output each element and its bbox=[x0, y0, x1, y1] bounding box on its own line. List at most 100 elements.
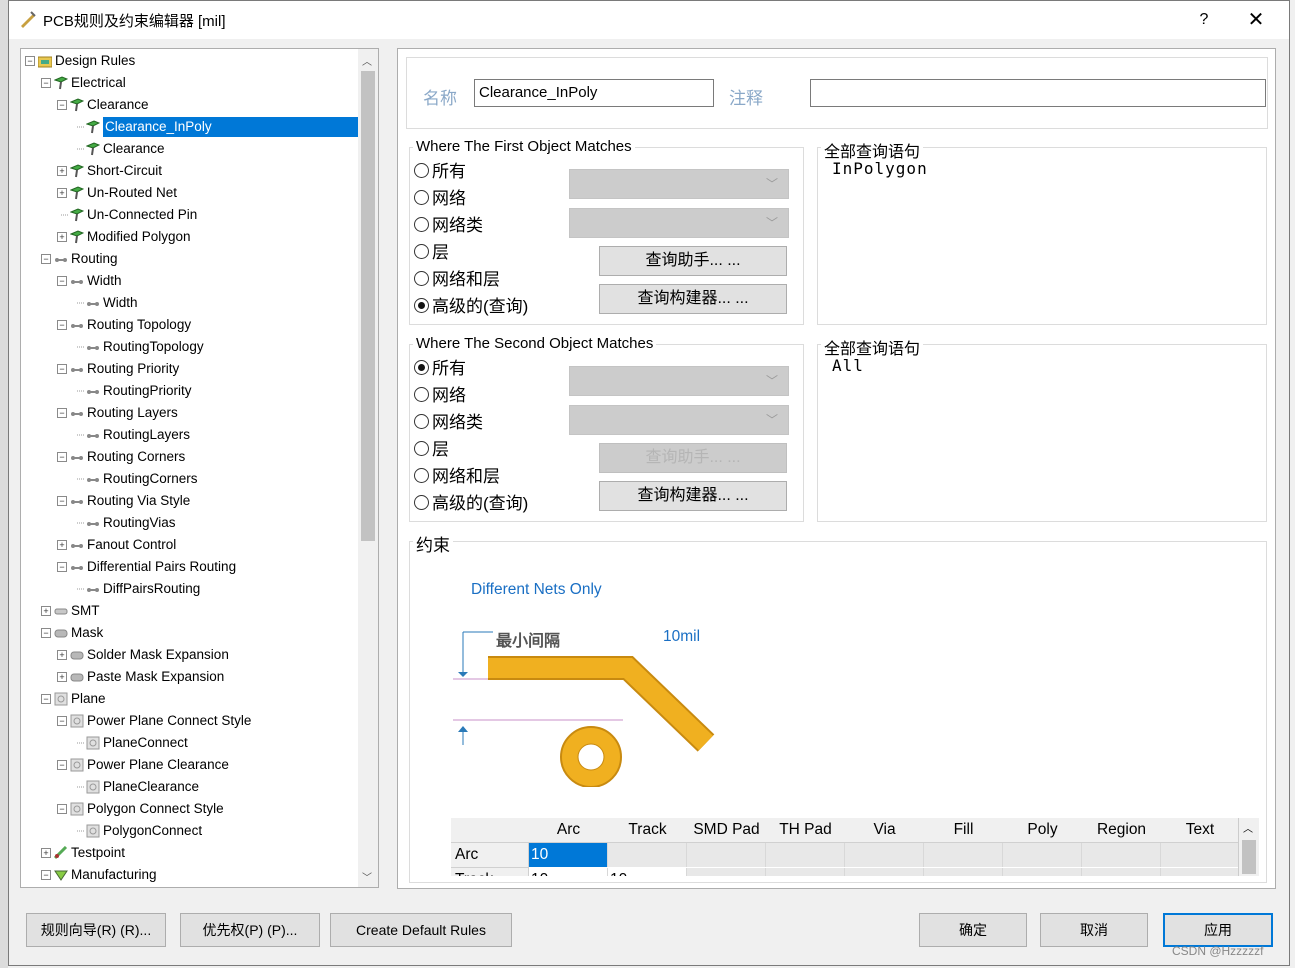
first-option-radio[interactable]: 层 bbox=[414, 242, 449, 264]
radio-icon[interactable] bbox=[414, 414, 429, 429]
matrix-column-header: Fill bbox=[924, 818, 1004, 843]
first-query-builder-button[interactable]: 查询构建器... ... bbox=[599, 284, 787, 314]
radio-icon[interactable] bbox=[414, 495, 429, 510]
radio-icon[interactable] bbox=[414, 190, 429, 205]
first-netclass-combo[interactable]: ﹀ bbox=[569, 208, 789, 238]
arrow-up-icon bbox=[458, 726, 468, 732]
matrix-column-header: Poly bbox=[1003, 818, 1083, 843]
radio-label: 网络和层 bbox=[432, 467, 500, 486]
second-option-radio[interactable]: 网络和层 bbox=[414, 466, 500, 488]
radio-label: 层 bbox=[432, 243, 449, 262]
second-option-radio[interactable]: 高级的(查询) bbox=[414, 493, 528, 515]
matrix-cell[interactable]: 10 bbox=[529, 868, 608, 876]
radio-label: 网络和层 bbox=[432, 270, 500, 289]
clearance-matrix[interactable]: Arc Track SMD Pad TH Pad Via Fill Poly Region Te… bbox=[451, 818, 1259, 876]
radio-icon[interactable] bbox=[414, 468, 429, 483]
radio-icon[interactable] bbox=[414, 217, 429, 232]
first-query-helper-button[interactable]: 查询助手... ... bbox=[599, 246, 787, 276]
matrix-cell[interactable] bbox=[924, 868, 1003, 876]
matrix-column-header: Arc bbox=[529, 818, 609, 843]
priorities-button[interactable]: 优先权(P) (P)... bbox=[180, 913, 320, 947]
first-net-combo[interactable]: ﹀ bbox=[569, 169, 789, 199]
name-field[interactable]: Clearance_InPoly bbox=[474, 79, 714, 107]
arrow-down-icon bbox=[458, 672, 468, 677]
via-hole bbox=[577, 743, 605, 771]
cancel-button[interactable]: 取消 bbox=[1040, 913, 1148, 947]
matrix-column-header: SMD Pad bbox=[687, 818, 767, 843]
second-query-helper-button[interactable]: 查询助手... ... bbox=[599, 443, 787, 473]
radio-icon[interactable] bbox=[414, 298, 429, 313]
rule-editor-panel: 名称 Clearance_InPoly 注释 Where The First O… bbox=[397, 48, 1276, 889]
matrix-cell[interactable] bbox=[1003, 843, 1082, 867]
matrix-cell[interactable] bbox=[1161, 843, 1239, 867]
radio-label: 高级的(查询) bbox=[432, 494, 529, 513]
matrix-cell[interactable] bbox=[687, 843, 766, 867]
radio-label: 所有 bbox=[432, 359, 466, 378]
second-query-text[interactable]: All bbox=[832, 356, 864, 375]
radio-icon[interactable] bbox=[414, 387, 429, 402]
radio-icon[interactable] bbox=[414, 163, 429, 178]
tree-scrollbar[interactable]: ︿ ﹀ bbox=[358, 48, 379, 888]
second-option-radio[interactable]: 网络类 bbox=[414, 412, 483, 434]
matrix-row-header: Arc bbox=[451, 843, 529, 868]
matrix-cell[interactable] bbox=[1003, 868, 1082, 876]
second-option-radio[interactable]: 网络 bbox=[414, 385, 466, 407]
matrix-cell[interactable] bbox=[1082, 868, 1161, 876]
chevron-down-icon: ﹀ bbox=[765, 216, 778, 230]
comment-label: 注释 bbox=[729, 89, 763, 108]
second-object-title: Where The Second Object Matches bbox=[413, 335, 657, 352]
scroll-down-icon[interactable]: ﹀ bbox=[362, 869, 372, 884]
first-query-text[interactable]: InPolygon bbox=[832, 159, 928, 178]
radio-icon[interactable] bbox=[414, 244, 429, 259]
radio-label: 网络类 bbox=[432, 216, 483, 235]
matrix-cell[interactable]: 10 bbox=[608, 868, 687, 876]
comment-field[interactable] bbox=[810, 79, 1266, 107]
second-net-combo[interactable]: ﹀ bbox=[569, 366, 789, 396]
matrix-cell[interactable] bbox=[766, 843, 845, 867]
create-default-rules-button[interactable]: Create Default Rules bbox=[330, 913, 512, 947]
second-query-builder-button[interactable]: 查询构建器... ... bbox=[599, 481, 787, 511]
second-option-radio[interactable]: 层 bbox=[414, 439, 449, 461]
matrix-cell[interactable] bbox=[1082, 843, 1161, 867]
matrix-cell[interactable] bbox=[687, 868, 766, 876]
clearance-diagram bbox=[453, 631, 715, 787]
matrix-cell[interactable] bbox=[924, 843, 1003, 867]
radio-icon[interactable] bbox=[414, 360, 429, 375]
first-object-title: Where The First Object Matches bbox=[413, 138, 635, 155]
ok-button[interactable]: 确定 bbox=[919, 913, 1027, 947]
radio-label: 网络 bbox=[432, 386, 466, 405]
first-option-radio[interactable]: 所有 bbox=[414, 161, 466, 183]
rules-tree[interactable]: − Design Rules − Electrical − Clearance Cleara… bbox=[20, 48, 360, 888]
constraint-title: 约束 bbox=[413, 531, 453, 556]
second-netclass-combo[interactable]: ﹀ bbox=[569, 405, 789, 435]
scroll-up-icon[interactable]: ︿ bbox=[362, 53, 372, 68]
nets-mode-link[interactable]: Different Nets Only bbox=[471, 581, 602, 599]
first-option-radio[interactable]: 网络和层 bbox=[414, 269, 500, 291]
matrix-row-header: Track bbox=[451, 868, 529, 876]
matrix-column-header: Track bbox=[608, 818, 688, 843]
matrix-cell[interactable] bbox=[608, 843, 687, 867]
scroll-thumb[interactable] bbox=[361, 71, 375, 541]
apply-button[interactable]: 应用 bbox=[1163, 913, 1273, 947]
radio-label: 高级的(查询) bbox=[432, 297, 529, 316]
matrix-cell[interactable]: 10 bbox=[529, 843, 608, 867]
matrix-cell[interactable] bbox=[766, 868, 845, 876]
first-option-radio[interactable]: 网络类 bbox=[414, 215, 483, 237]
rule-wizard-button[interactable]: 规则向导(R) (R)... bbox=[26, 913, 166, 947]
radio-icon[interactable] bbox=[414, 441, 429, 456]
chevron-down-icon: ﹀ bbox=[765, 177, 778, 191]
help-button[interactable]: ? bbox=[1192, 7, 1216, 33]
radio-icon[interactable] bbox=[414, 271, 429, 286]
close-button[interactable]: ✕ bbox=[1244, 7, 1268, 33]
matrix-cell[interactable] bbox=[1161, 868, 1239, 876]
scroll-thumb[interactable] bbox=[1242, 840, 1256, 874]
matrix-scrollbar[interactable]: ︿ bbox=[1238, 818, 1259, 876]
first-option-radio[interactable]: 网络 bbox=[414, 188, 466, 210]
second-option-radio[interactable]: 所有 bbox=[414, 358, 466, 380]
matrix-cell[interactable] bbox=[845, 868, 924, 876]
chevron-down-icon: ﹀ bbox=[765, 413, 778, 427]
matrix-cell[interactable] bbox=[845, 843, 924, 867]
first-option-radio[interactable]: 高级的(查询) bbox=[414, 296, 528, 318]
radio-label: 网络类 bbox=[432, 413, 483, 432]
scroll-up-icon[interactable]: ︿ bbox=[1243, 820, 1253, 835]
